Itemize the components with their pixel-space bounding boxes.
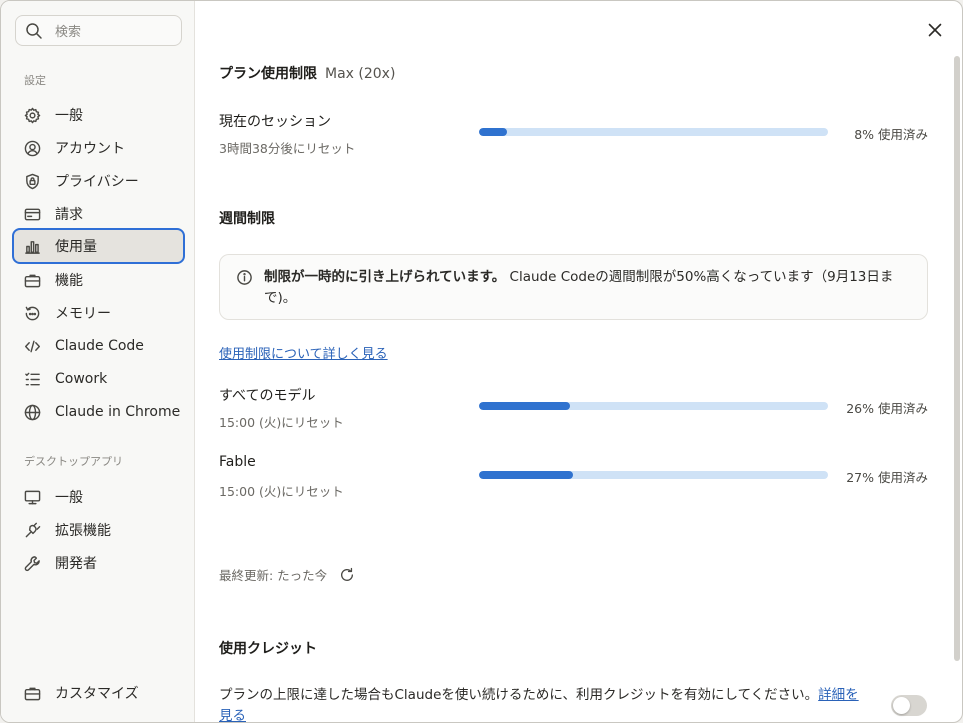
sidebar-item-label: プライバシー (55, 174, 139, 190)
sidebar-item-billing[interactable]: 請求 (12, 196, 185, 232)
search-placeholder: 検索 (55, 25, 82, 40)
sidebar-item-label: メモリー (55, 306, 111, 322)
close-icon[interactable] (926, 21, 944, 39)
limit-title-all-models: すべてのモデル (219, 388, 316, 404)
plan-limits-title: プラン使用制限 (219, 66, 317, 82)
last-updated: 最終更新: たった今 (219, 565, 355, 584)
usage-panel: プラン使用制限 Max (20x) 現在のセッション 3時間38分後にリセット 8… (195, 1, 962, 722)
session-progress-bar (479, 128, 828, 136)
desktop-section-label: デスクトップアプリ (24, 455, 123, 468)
sidebar-item-general[interactable]: 一般 (12, 97, 185, 133)
search-input[interactable]: 検索 (15, 15, 182, 46)
bar-chart-icon (25, 240, 40, 254)
sidebar-item-desktop-general[interactable]: 一般 (12, 479, 185, 515)
sidebar-item-memory[interactable]: メモリー (12, 295, 185, 331)
fable-progress-fill (479, 471, 574, 479)
session-reset: 3時間38分後にリセット (219, 141, 356, 156)
sidebar-item-claude-code[interactable]: Claude Code (12, 328, 185, 364)
weekly-limits-heading: 週間制限 (219, 211, 275, 227)
search-icon (26, 22, 42, 39)
sidebar-item-developer[interactable]: 開発者 (12, 545, 185, 581)
notice-text: 制限が一時的に引き上げられています。 Claude Codeの週間制限が50%高… (264, 267, 914, 309)
sidebar-item-label: Cowork (55, 371, 108, 387)
credit-card-icon (24, 208, 41, 220)
credits-heading: 使用クレジット (219, 641, 317, 657)
monitor-icon (24, 490, 41, 504)
sidebar-item-label: カスタマイズ (55, 686, 139, 702)
scrollbar[interactable] (954, 56, 960, 661)
plan-limits-heading: プラン使用制限 Max (20x) (219, 63, 395, 83)
limit-reset-fable: 15:00 (火)にリセット (219, 484, 344, 499)
sidebar-item-label: 一般 (55, 108, 83, 124)
settings-sidebar: 検索 設定 一般 アカウント プライバシー 請求 使用量 機能 メモリー Cla… (1, 1, 195, 722)
fable-percent: 27% 使用済み (846, 470, 928, 485)
info-icon (237, 270, 252, 285)
sidebar-item-account[interactable]: アカウント (12, 130, 185, 166)
sidebar-item-label: 開発者 (55, 556, 97, 572)
checklist-icon (25, 372, 40, 385)
sidebar-item-features[interactable]: 機能 (12, 262, 185, 298)
sidebar-item-label: アカウント (55, 141, 125, 157)
shield-lock-icon (26, 173, 39, 189)
notice-bold-text: 制限が一時的に引き上げられています。 (264, 269, 506, 285)
refresh-icon[interactable] (339, 567, 355, 583)
session-title: 現在のセッション (219, 114, 331, 130)
sidebar-item-label: Claude in Chrome (55, 404, 181, 420)
learn-more-link[interactable]: 使用制限について詳しく見る (219, 343, 388, 362)
all-models-percent: 26% 使用済み (846, 401, 928, 416)
sidebar-item-cowork[interactable]: Cowork (12, 361, 185, 397)
plug-icon (25, 522, 41, 537)
credits-toggle[interactable] (891, 695, 927, 716)
last-updated-text: 最終更新: たった今 (219, 568, 328, 583)
settings-section-label: 設定 (24, 74, 46, 87)
history-icon (25, 306, 40, 320)
code-icon (24, 340, 41, 352)
wrench-icon (24, 555, 40, 571)
all-models-progress-bar (479, 402, 828, 410)
sidebar-item-label: Claude Code (55, 338, 144, 354)
sidebar-item-usage[interactable]: 使用量 (12, 228, 185, 264)
sidebar-item-label: 請求 (55, 207, 83, 223)
globe-icon (24, 404, 41, 420)
sidebar-item-customize[interactable]: カスタマイズ (12, 675, 185, 711)
sidebar-item-label: 拡張機能 (55, 523, 111, 539)
sidebar-item-privacy[interactable]: プライバシー (12, 163, 185, 199)
fable-progress-bar (479, 471, 828, 479)
session-percent: 8% 使用済み (854, 127, 928, 142)
briefcase-icon (24, 687, 41, 700)
credits-description: プランの上限に達した場合もClaudeを使い続けるために、利用クレジットを有効に… (219, 685, 859, 722)
credits-text: プランの上限に達した場合もClaudeを使い続けるために、利用クレジットを有効に… (219, 687, 819, 703)
sidebar-item-extensions[interactable]: 拡張機能 (12, 512, 185, 548)
limit-increase-notice: 制限が一時的に引き上げられています。 Claude Codeの週間制限が50%高… (219, 254, 928, 320)
sidebar-item-label: 機能 (55, 273, 83, 289)
all-models-progress-fill (479, 402, 570, 410)
user-circle-icon (24, 140, 41, 156)
plan-name: Max (20x) (325, 66, 396, 82)
sidebar-item-label: 使用量 (55, 239, 97, 255)
sidebar-item-label: 一般 (55, 490, 83, 506)
settings-window: 検索 設定 一般 アカウント プライバシー 請求 使用量 機能 メモリー Cla… (0, 0, 963, 723)
gear-icon (24, 107, 41, 123)
limit-reset-all-models: 15:00 (火)にリセット (219, 415, 344, 430)
briefcase-icon (24, 274, 41, 287)
toggle-knob (893, 697, 910, 714)
sidebar-item-claude-in-chrome[interactable]: Claude in Chrome (12, 394, 185, 430)
session-progress-fill (479, 128, 507, 136)
limit-title-fable: Fable (219, 454, 256, 470)
